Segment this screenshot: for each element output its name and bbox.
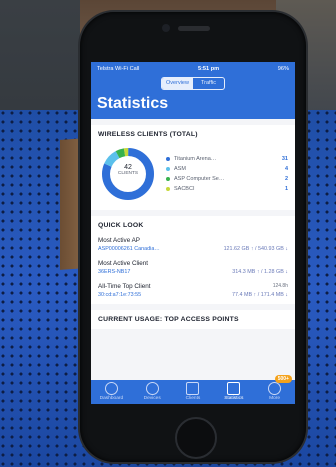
- most-active-ap[interactable]: Most Active AP ASP00006261 Canadia… 121.…: [98, 237, 288, 252]
- legend-dot: [166, 157, 170, 161]
- wireless-clients-heading: WIRELESS CLIENTS (TOTAL): [98, 131, 198, 138]
- all-time-top-client-name[interactable]: 30:cd:a7:1e:73:55: [98, 292, 232, 298]
- legend-dot: [166, 187, 170, 191]
- current-usage-card: CURRENT USAGE: TOP ACCESS POINTS: [91, 310, 295, 329]
- devices-icon: [145, 382, 159, 395]
- legend-item[interactable]: ASP Computer Se… 2: [166, 174, 288, 184]
- tab-bar: Dashboard Devices Clients Statistics Mor…: [91, 375, 295, 404]
- legend-dot: [166, 177, 170, 181]
- legend-item[interactable]: Titanium Arena… 31: [166, 154, 288, 164]
- most-active-ap-usage: 121.62 GB ↑ / 540.93 GB ↓: [223, 246, 288, 252]
- legend-count: 31: [281, 156, 288, 162]
- front-camera: [162, 24, 170, 32]
- more-icon: [268, 382, 282, 395]
- legend-count: 2: [284, 176, 288, 182]
- tab-dashboard[interactable]: Dashboard: [91, 380, 132, 404]
- tab-label: Clients: [185, 396, 201, 401]
- statistics-icon: [227, 382, 241, 395]
- most-active-client-usage: 314.3 MB ↑ / 1.28 GB ↓: [232, 269, 288, 275]
- all-time-top-client-usage: 77.4 MB ↑ / 171.4 MB ↓: [231, 292, 288, 298]
- wireless-clients-card: WIRELESS CLIENTS (TOTAL) 42 CLIENTS Tita…: [91, 125, 295, 210]
- clients-icon: [186, 382, 200, 395]
- dashboard-icon: [104, 382, 118, 395]
- clients-legend: Titanium Arena… 31 ASM 4 ASP Computer Se…: [166, 154, 288, 194]
- clients-total-label: CLIENTS: [117, 171, 139, 176]
- segmented-control: Overview Traffic: [161, 77, 225, 90]
- page-title: Statistics: [97, 95, 169, 112]
- legend-count: 1: [284, 186, 288, 192]
- tab-more[interactable]: More 500+: [254, 375, 295, 404]
- quick-look-card: QUICK LOOK Most Active AP ASP00006261 Ca…: [91, 216, 295, 304]
- clients-total: 42: [124, 164, 132, 171]
- all-time-top-client-label: All-Time Top Client: [98, 283, 151, 290]
- quick-look-heading: QUICK LOOK: [98, 222, 144, 229]
- clients-donut-chart: 42 CLIENTS: [98, 144, 158, 204]
- tab-clients[interactable]: Clients: [173, 380, 214, 404]
- tab-devices[interactable]: Devices: [132, 380, 173, 404]
- all-time-top-client[interactable]: All-Time Top Client 124.8h 30:cd:a7:1e:7…: [98, 283, 288, 298]
- phone: Telstra Wi-Fi Call 5:51 pm 96% Overview …: [80, 12, 306, 462]
- clock: 5:51 pm: [197, 65, 220, 72]
- tab-label: Dashboard: [99, 396, 124, 401]
- more-badge: 500+: [274, 375, 292, 383]
- current-usage-heading: CURRENT USAGE: TOP ACCESS POINTS: [98, 316, 239, 323]
- most-active-ap-label: Most Active AP: [98, 237, 140, 244]
- segment-overview[interactable]: Overview: [162, 78, 193, 89]
- home-button[interactable]: [175, 417, 217, 459]
- app-header: Overview Traffic Statistics: [91, 75, 295, 119]
- legend-name: ASM: [174, 166, 186, 172]
- status-bar: Telstra Wi-Fi Call 5:51 pm 96%: [91, 62, 295, 75]
- legend-item[interactable]: ASM 4: [166, 164, 288, 174]
- carrier-label: Telstra Wi-Fi Call: [97, 65, 140, 72]
- legend-item[interactable]: SACBCI 1: [166, 184, 288, 194]
- phone-screen: Telstra Wi-Fi Call 5:51 pm 96% Overview …: [91, 62, 295, 404]
- legend-name: Titanium Arena…: [174, 156, 217, 162]
- tab-label: More: [269, 396, 281, 401]
- tab-label: Devices: [143, 396, 161, 401]
- tab-label: Statistics: [224, 396, 244, 401]
- segment-traffic[interactable]: Traffic: [193, 78, 224, 89]
- most-active-client-name[interactable]: 36ERS-NB17: [98, 269, 232, 275]
- legend-name: SACBCI: [174, 186, 195, 192]
- earpiece: [178, 26, 210, 31]
- most-active-ap-name[interactable]: ASP00006261 Canadia…: [98, 246, 224, 252]
- legend-name: ASP Computer Se…: [174, 176, 225, 182]
- most-active-client[interactable]: Most Active Client 36ERS-NB17 314.3 MB ↑…: [98, 260, 288, 275]
- battery-label: 96%: [277, 65, 289, 72]
- all-time-top-client-duration: 124.8h: [272, 283, 288, 289]
- most-active-client-label: Most Active Client: [98, 260, 149, 267]
- legend-dot: [166, 167, 170, 171]
- legend-count: 4: [284, 166, 288, 172]
- tab-statistics[interactable]: Statistics: [213, 380, 254, 404]
